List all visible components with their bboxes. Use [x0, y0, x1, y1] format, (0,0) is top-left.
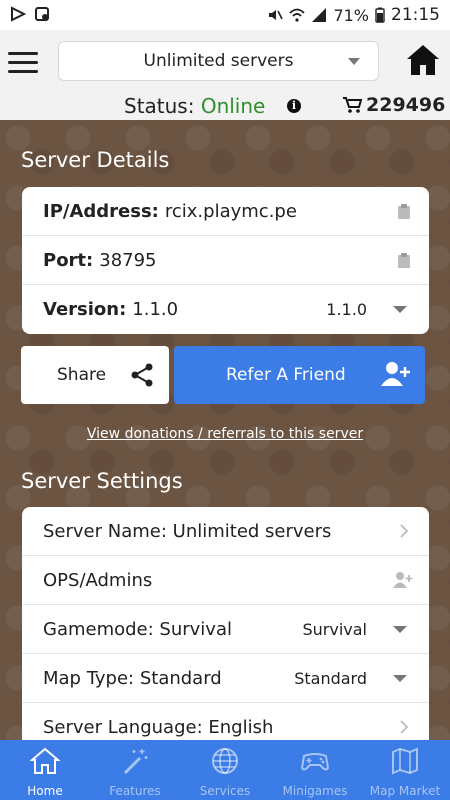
signal-icon — [312, 8, 327, 22]
port-row: Port: 38795 — [22, 236, 429, 285]
globe-icon — [212, 748, 238, 774]
server-select-value: Unlimited servers — [143, 51, 294, 71]
map-type-select[interactable]: Standard — [294, 669, 367, 688]
main-content[interactable]: Server Details IP/Address: rcix.playmc.p… — [0, 120, 450, 752]
gamemode-select[interactable]: Survival — [302, 620, 367, 639]
chevron-down-icon — [393, 675, 407, 682]
map-type-text: Map Type: Standard — [43, 667, 222, 689]
home-icon[interactable] — [405, 42, 441, 78]
server-details-card: IP/Address: rcix.playmc.pe Port: 38795 V… — [22, 187, 429, 334]
gamemode-row[interactable]: Gamemode: Survival Survival — [22, 605, 429, 654]
nav-minigames[interactable]: Minigames — [270, 740, 360, 800]
ip-label: IP/Address: — [43, 200, 159, 222]
chevron-down-icon — [393, 306, 407, 313]
version-row[interactable]: Version: 1.1.0 1.1.0 — [22, 285, 429, 334]
nav-map-market[interactable]: Map Market — [360, 740, 450, 800]
gamemode-text: Gamemode: Survival — [43, 618, 232, 640]
server-language-text: Server Language: English — [43, 717, 274, 738]
system-status-bar: 71% 21:15 — [0, 0, 450, 30]
chevron-down-icon — [348, 58, 360, 65]
battery-percent: 71% — [333, 5, 369, 25]
version-label: Version: — [43, 299, 127, 320]
wifi-icon — [289, 8, 306, 22]
ip-address-row: IP/Address: rcix.playmc.pe — [22, 187, 429, 236]
donations-link[interactable]: View donations / referrals to this serve… — [0, 426, 450, 442]
server-select-dropdown[interactable]: Unlimited servers — [58, 41, 379, 81]
port-value: 38795 — [99, 249, 157, 271]
bottom-navigation: Home Features Services Minigames Map Mar… — [0, 740, 450, 800]
refer-friend-button[interactable]: Refer A Friend — [174, 346, 425, 404]
menu-icon[interactable] — [8, 52, 38, 74]
nav-features[interactable]: Features — [90, 740, 180, 800]
nav-features-label: Features — [109, 784, 161, 798]
nav-minigames-label: Minigames — [282, 784, 348, 798]
battery-icon — [375, 7, 385, 23]
clock: 21:15 — [391, 5, 440, 25]
add-person-icon — [381, 362, 410, 386]
status-label-text: Status: — [124, 94, 195, 118]
gamepad-icon — [300, 753, 330, 771]
notification-app-icon — [11, 6, 26, 22]
server-name-row[interactable]: Server Name: Unlimited servers — [22, 507, 429, 556]
map-icon — [392, 747, 418, 775]
status-value: Online — [200, 94, 266, 118]
server-status-row: Status: Online i 229496 — [0, 94, 450, 118]
mute-icon — [269, 10, 284, 20]
shopping-cart-icon — [343, 97, 362, 113]
gallery-notification-icon — [35, 7, 49, 21]
home-icon — [30, 747, 60, 774]
nav-home-label: Home — [27, 784, 63, 798]
chevron-right-icon — [400, 720, 409, 734]
ip-value: rcix.playmc.pe — [164, 200, 297, 222]
nav-map-market-label: Map Market — [369, 784, 441, 798]
coin-count: 229496 — [366, 94, 446, 116]
add-admin-icon — [393, 572, 413, 588]
copy-port-icon[interactable] — [397, 252, 411, 269]
nav-services-label: Services — [199, 784, 251, 798]
server-settings-card: Server Name: Unlimited servers OPS/Admin… — [22, 507, 429, 752]
version-value: 1.1.0 — [132, 299, 179, 320]
chevron-down-icon — [393, 626, 407, 633]
server-name-text: Server Name: Unlimited servers — [43, 520, 332, 542]
map-type-row[interactable]: Map Type: Standard Standard — [22, 654, 429, 703]
nav-home[interactable]: Home — [0, 740, 90, 800]
share-button[interactable]: Share — [21, 346, 169, 404]
server-details-title: Server Details — [21, 148, 170, 172]
share-icon — [131, 363, 153, 387]
coin-balance[interactable]: 229496 — [342, 94, 445, 116]
version-select[interactable]: 1.1.0 — [326, 300, 367, 319]
server-settings-title: Server Settings — [21, 469, 183, 493]
nav-services[interactable]: Services — [180, 740, 270, 800]
app-header: Unlimited servers Status: Online i 22949… — [0, 30, 450, 120]
status-label: Status: Online — [124, 94, 265, 118]
port-label: Port: — [43, 249, 94, 271]
ops-admins-text: OPS/Admins — [43, 569, 153, 591]
share-label: Share — [57, 365, 107, 385]
magic-wand-icon — [123, 749, 148, 775]
copy-ip-icon[interactable] — [397, 203, 411, 220]
refer-label: Refer A Friend — [226, 365, 346, 385]
info-icon[interactable]: i — [287, 99, 301, 113]
ops-admins-row[interactable]: OPS/Admins — [22, 556, 429, 605]
chevron-right-icon — [400, 524, 409, 538]
